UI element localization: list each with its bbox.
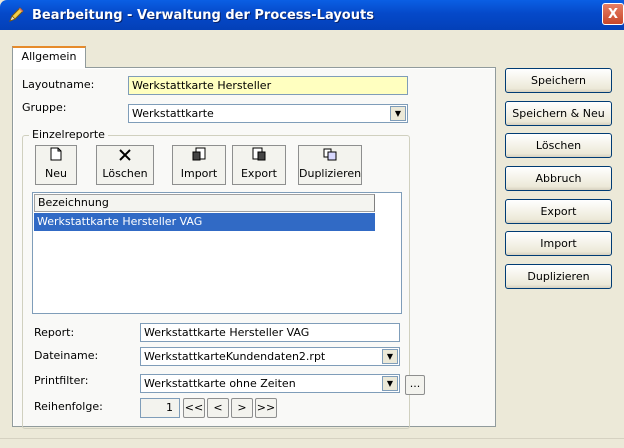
neu-label: Neu — [45, 167, 67, 180]
printfilter-browse-button[interactable]: ... — [405, 375, 425, 395]
loeschen-toolbar-button[interactable]: Löschen — [96, 145, 154, 185]
new-document-icon — [36, 147, 76, 167]
export-icon — [233, 147, 285, 167]
tab-allgemein[interactable]: Allgemein — [12, 46, 86, 68]
chevron-down-icon[interactable]: ▼ — [382, 376, 398, 391]
chevron-down-icon[interactable]: ▼ — [390, 106, 406, 121]
reihenfolge-value: 1 — [140, 398, 180, 418]
gruppe-select[interactable]: Werkstattkarte ▼ — [128, 104, 408, 123]
layoutname-input[interactable]: Werkstattkarte Hersteller — [128, 76, 408, 95]
abbruch-button[interactable]: Abbruch — [505, 166, 612, 191]
loeschen-button[interactable]: Löschen — [505, 133, 612, 158]
chevron-down-icon[interactable]: ▼ — [382, 349, 398, 364]
export-label: Export — [240, 167, 277, 180]
export-button[interactable]: Export — [505, 199, 612, 224]
delete-x-icon — [97, 147, 153, 167]
export-toolbar-button[interactable]: Export — [232, 145, 286, 185]
nav-prev-button[interactable]: < — [207, 398, 229, 418]
loeschen-label: Löschen — [102, 167, 148, 180]
speichern-neu-button[interactable]: Speichern & Neu — [505, 101, 612, 126]
window-title: Bearbeitung - Verwaltung der Process-Lay… — [32, 7, 374, 23]
dateiname-value: WerkstattkarteKundendaten2.rpt — [144, 350, 326, 363]
close-button[interactable]: X — [602, 3, 624, 25]
report-list[interactable]: Bezeichnung Werkstattkarte Hersteller VA… — [32, 192, 402, 314]
duplizieren-label: Duplizieren — [299, 167, 362, 180]
nav-first-button[interactable]: << — [183, 398, 205, 418]
import-icon — [173, 147, 225, 167]
dateiname-select[interactable]: WerkstattkarteKundendaten2.rpt ▼ — [140, 347, 400, 366]
import-toolbar-button[interactable]: Import — [172, 145, 226, 185]
gruppe-value: Werkstattkarte — [132, 107, 214, 120]
duplizieren-button[interactable]: Duplizieren — [505, 264, 612, 289]
status-strip — [0, 438, 624, 448]
import-button[interactable]: Import — [505, 231, 612, 256]
dateiname-label: Dateiname: — [34, 349, 99, 362]
report-label: Report: — [34, 326, 75, 339]
speichern-button[interactable]: Speichern — [505, 68, 612, 93]
duplizieren-toolbar-button[interactable]: Duplizieren — [298, 145, 362, 185]
gruppe-label: Gruppe: — [22, 101, 67, 114]
title-bar: Bearbeitung - Verwaltung der Process-Lay… — [0, 0, 624, 30]
printfilter-value: Werkstattkarte ohne Zeiten — [144, 377, 296, 390]
close-icon: X — [607, 6, 619, 22]
printfilter-label: Printfilter: — [34, 374, 89, 387]
report-input[interactable]: Werkstattkarte Hersteller VAG — [140, 323, 400, 342]
nav-next-button[interactable]: > — [231, 398, 253, 418]
einzelreporte-title: Einzelreporte — [29, 128, 108, 141]
list-item[interactable]: Werkstattkarte Hersteller VAG — [34, 213, 375, 231]
column-header-bezeichnung[interactable]: Bezeichnung — [34, 194, 375, 212]
import-label: Import — [180, 167, 218, 180]
nav-last-button[interactable]: >> — [255, 398, 277, 418]
reihenfolge-label: Reihenfolge: — [34, 400, 103, 413]
neu-button[interactable]: Neu — [35, 145, 77, 185]
printfilter-select[interactable]: Werkstattkarte ohne Zeiten ▼ — [140, 374, 400, 393]
layoutname-label: Layoutname: — [22, 78, 95, 91]
pencil-icon — [4, 3, 28, 27]
duplicate-icon — [299, 147, 361, 167]
